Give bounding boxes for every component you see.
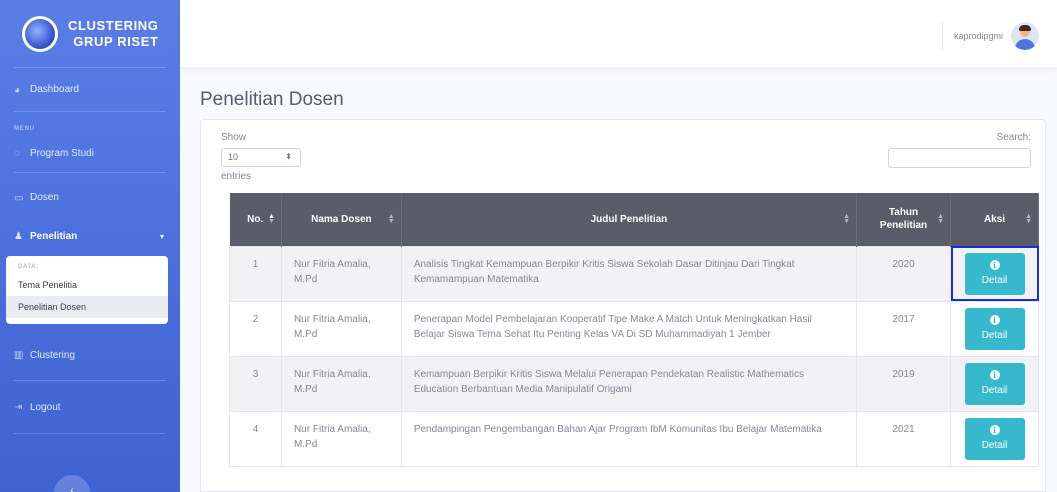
sidebar-divider [14, 433, 166, 434]
cell-tahun: 2019 [856, 355, 951, 412]
column-header-no[interactable]: No. ▲ ▼ [229, 193, 282, 246]
column-header-aksi[interactable]: Aksi ▲ ▼ [950, 193, 1039, 246]
detail-button[interactable]: i Detail [964, 417, 1025, 460]
detail-button[interactable]: i Detail [964, 252, 1025, 295]
username: kaprodipgmi [953, 31, 1003, 41]
table-row: 4 Nur Fitria Amalia, M.Pd Pendampingan P… [229, 410, 1039, 467]
research-table: No. ▲ ▼ Nama Dosen ▲ ▼ Judul Penelitian ▲ ▼… [229, 193, 1039, 467]
cell-nama-dosen: Nur Fitria Amalia, M.Pd [280, 245, 402, 302]
submenu-heading: DATA: [18, 264, 39, 270]
sort-icon: ▲ ▼ [268, 213, 275, 226]
avatar [1011, 22, 1039, 50]
sidebar-item-label: Program Studi [30, 147, 94, 159]
sort-icon: ▲ ▼ [843, 213, 851, 226]
table-row: 1 Nur Fitria Amalia, M.Pd Analisis Tingk… [229, 245, 1039, 302]
detail-button-label: Detail [981, 384, 1008, 396]
search-input[interactable] [888, 148, 1031, 168]
sort-icon: ▲ ▼ [1025, 213, 1032, 226]
detail-button-label: Detail [981, 274, 1008, 286]
detail-button-label: Detail [981, 329, 1008, 341]
sidebar-item-label: Dosen [30, 192, 59, 203]
cell-judul: Analisis Tingkat Kemampuan Berpikir Krit… [400, 245, 858, 302]
sort-icon: ▲ ▼ [937, 213, 944, 226]
bar-chart-icon: ▥ [14, 350, 24, 361]
search-label: Search: [996, 132, 1031, 143]
sidebar-item-logout[interactable]: ⇥ Logout [0, 381, 180, 433]
column-header-nama-dosen[interactable]: Nama Dosen ▲ ▼ [281, 193, 402, 246]
logout-icon: ⇥ [14, 402, 23, 413]
sidebar-item-label: Clustering [30, 349, 76, 361]
table-row: 3 Nur Fitria Amalia, M.Pd Kemampuan Berp… [229, 355, 1039, 412]
cell-nama-dosen: Nur Fitria Amalia, M.Pd [280, 410, 402, 467]
circle-icon: ◌ [14, 148, 20, 159]
sidebar-heading: MENU [14, 126, 35, 132]
brand-logo-icon [22, 15, 58, 52]
user-dropdown[interactable]: kaprodipgmi [954, 22, 1039, 50]
detail-button[interactable]: i Detail [964, 362, 1025, 405]
info-icon: i [989, 424, 1000, 435]
entries-label: entries [221, 171, 252, 182]
column-header-judul-penelitian[interactable]: Judul Penelitian ▲ ▼ [401, 193, 858, 246]
sort-icon: ▲ ▼ [387, 213, 395, 226]
column-header-tahun-penelitian[interactable]: Tahun Penelitian ▲ ▼ [856, 193, 951, 246]
sidebar-item-clustering[interactable]: ▥ Clustering [0, 324, 180, 380]
submenu-item-penelitian-dosen[interactable]: Penelitian Dosen [6, 296, 168, 318]
topbar: kaprodipgmi [180, 0, 1057, 67]
sidebar-item-label: Dashboard [30, 84, 79, 95]
entries-length-select[interactable]: 10 ⬍ [221, 148, 301, 167]
sidebar-item-label: Logout [30, 401, 61, 413]
sidebar-item-dosen[interactable]: ▭ Dosen [0, 173, 180, 216]
sidebar-item-dashboard[interactable]: ◕ Dashboard [0, 68, 180, 111]
submenu-penelitian: DATA: Tema Penelitia Penelitian Dosen [6, 256, 168, 324]
cell-no: 1 [229, 245, 282, 302]
topbar-divider [942, 22, 943, 50]
info-icon: i [989, 314, 1000, 325]
cell-tahun: 2020 [856, 245, 951, 302]
data-card: Show 10 ⬍ entries Search: No. ▲ ▼ Nama Do… [200, 119, 1046, 492]
cell-no: 3 [229, 355, 282, 412]
cell-judul: Kemampuan Berpikir Kritis Siswa Melalui … [400, 355, 858, 412]
cell-aksi: i Detail [950, 245, 1039, 302]
brand[interactable]: CLUSTERING GRUP RISET [0, 0, 180, 67]
sidebar-toggle-button[interactable]: ‹ [54, 475, 90, 492]
cell-no: 4 [229, 410, 282, 467]
cell-judul: Penerapan Model Pembelajaran Kooperatif … [400, 300, 858, 357]
brand-text: CLUSTERING GRUP RISET [68, 17, 159, 49]
cell-aksi: i Detail [950, 410, 1039, 467]
select-arrows-icon: ⬍ [285, 152, 292, 161]
detail-button-label: Detail [981, 439, 1008, 451]
chevron-down-icon: ▾ [159, 231, 164, 241]
cell-nama-dosen: Nur Fitria Amalia, M.Pd [280, 355, 402, 412]
users-icon: ♟ [14, 231, 23, 242]
cell-judul: Pendampingan Pengembangan Bahan Ajar Pro… [400, 410, 858, 467]
sidebar-item-penelitian[interactable]: ♟ Penelitian ▾ [0, 216, 180, 256]
page-title: Penelitian Dosen [200, 89, 344, 110]
cell-tahun: 2017 [856, 300, 951, 357]
cell-aksi: i Detail [950, 355, 1039, 412]
cell-aksi: i Detail [950, 300, 1039, 357]
show-label: Show [221, 132, 247, 143]
submenu-item-tema-penelitian[interactable]: Tema Penelitia [6, 274, 168, 296]
cell-tahun: 2021 [856, 410, 951, 467]
info-icon: i [989, 369, 1000, 380]
dashboard-icon: ◕ [14, 84, 21, 96]
detail-button[interactable]: i Detail [964, 307, 1025, 350]
sidebar-item-program-studi[interactable]: ◌ Program Studi [0, 134, 180, 172]
sidebar-item-label: Penelitian [30, 230, 78, 242]
cell-no: 2 [229, 300, 282, 357]
table-row: 2 Nur Fitria Amalia, M.Pd Penerapan Mode… [229, 300, 1039, 357]
entries-length-value: 10 [228, 152, 239, 162]
info-icon: i [989, 259, 1000, 270]
folder-icon: ▭ [14, 192, 24, 204]
cell-nama-dosen: Nur Fitria Amalia, M.Pd [280, 300, 402, 357]
sidebar: CLUSTERING GRUP RISET ◕ Dashboard MENU ◌… [0, 0, 180, 492]
